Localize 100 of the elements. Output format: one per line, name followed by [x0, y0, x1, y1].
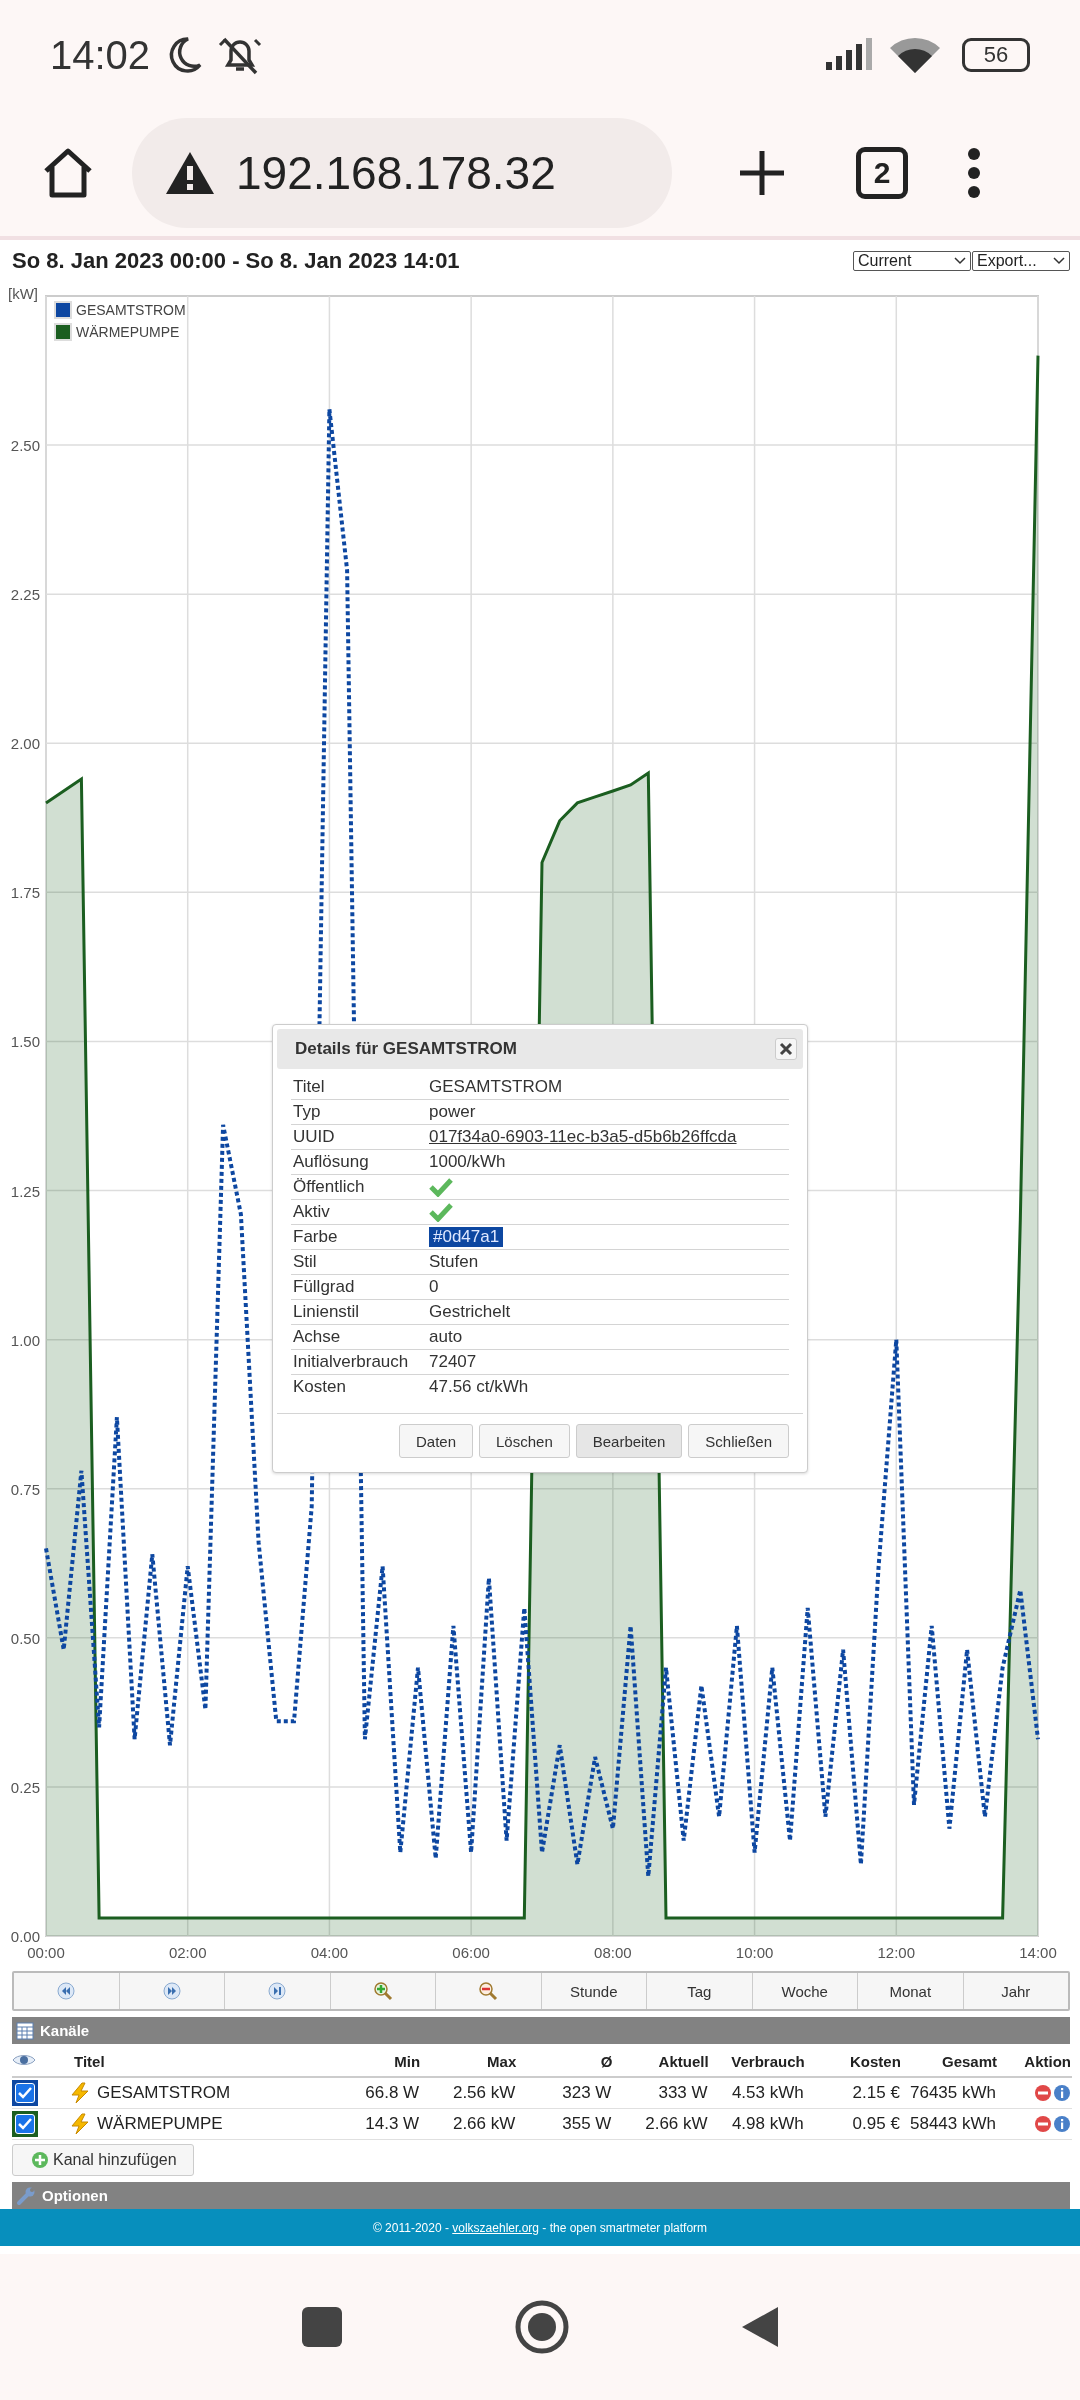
- table-cell: 333 W: [658, 2083, 708, 2102]
- table-cell: 66.8 W: [365, 2083, 420, 2102]
- dropdown[interactable]: Current: [853, 250, 971, 271]
- caret-icon: [954, 256, 966, 265]
- footer-text: © 2011-2020 - volkszaehler.org - the open smartmeter platform: [372, 2220, 708, 2235]
- x-tick-label: 04:00: [310, 1944, 349, 1961]
- add-channel-button[interactable]: Kanal hinzufügen: [12, 2144, 194, 2176]
- column-header: Verbrauch: [709, 2046, 806, 2077]
- field-value: Stufen: [429, 1252, 479, 1272]
- back-icon[interactable]: [740, 2305, 780, 2349]
- plus-circle-icon: [31, 2151, 49, 2169]
- field-label: Aktiv: [292, 1202, 331, 1222]
- dialog-button[interactable]: Bearbeiten: [575, 1424, 683, 1458]
- field-label: Auflösung: [292, 1152, 370, 1172]
- legend-label: WÄRMEPUMPE: [76, 324, 180, 340]
- field-label: Stil: [292, 1252, 318, 1272]
- dropdown[interactable]: Export...: [972, 250, 1070, 271]
- zoom-in-icon: [372, 1981, 393, 2001]
- uuid-link[interactable]: 017f34a0-6903-11ec-b3a5-d5b6b26ffcda: [429, 1127, 737, 1147]
- field-value: 47.56 ct/kWh: [429, 1377, 529, 1397]
- column-header: Titel: [54, 2046, 325, 2077]
- toolbar-button[interactable]: Tag: [647, 1973, 753, 2009]
- close-button[interactable]: [775, 1038, 797, 1060]
- toolbar-button[interactable]: Monat: [858, 1973, 964, 2009]
- square-icon[interactable]: [300, 2305, 344, 2349]
- x-tick-label: 12:00: [877, 1944, 916, 1961]
- delete-icon[interactable]: [1034, 2084, 1052, 2102]
- field-value: GESAMTSTROM: [429, 1077, 563, 1097]
- color-swatch: #0d47a1: [429, 1227, 504, 1247]
- y-tick-label: 2.00: [10, 735, 40, 753]
- y-tick-label: 0.50: [10, 1629, 40, 1647]
- info-icon[interactable]: [1053, 2084, 1071, 2102]
- plus-icon[interactable]: [738, 149, 786, 197]
- fast-forward-icon: [161, 1981, 182, 2001]
- field-label: Achse: [292, 1327, 342, 1347]
- field-value: auto: [429, 1327, 463, 1347]
- clock-time: 14:02: [50, 32, 151, 78]
- signal-icon: [824, 38, 874, 72]
- dialog-button[interactable]: Daten: [399, 1424, 473, 1458]
- field-value: Gestrichelt: [429, 1302, 511, 1322]
- field-label: Titel: [292, 1077, 326, 1097]
- section-header[interactable]: Kanäle: [12, 2017, 1070, 2044]
- toolbar-button[interactable]: Woche: [752, 1973, 858, 2009]
- toolbar-button[interactable]: [330, 1973, 436, 2009]
- table-cell: 14.3 W: [365, 2114, 420, 2133]
- toolbar-button[interactable]: Jahr: [963, 1973, 1068, 2009]
- y-tick-label: 1.25: [10, 1182, 40, 1200]
- field-label: UUID: [292, 1127, 336, 1147]
- dialog-title: Details für GESAMTSTROM: [295, 1039, 517, 1059]
- battery-level: 56: [983, 42, 1009, 68]
- tab-count-button[interactable]: 2: [856, 147, 908, 199]
- field-label: Öffentlich: [292, 1177, 366, 1197]
- date-range-title: So 8. Jan 2023 00:00 - So 8. Jan 2023 14:01: [12, 247, 460, 274]
- section-header[interactable]: Optionen: [12, 2182, 1070, 2209]
- lightning-icon: [69, 2113, 91, 2135]
- x-tick-label: 14:00: [1019, 1944, 1057, 1961]
- column-header: Aktuell: [613, 2046, 710, 2077]
- y-tick-label: 2.25: [10, 586, 40, 604]
- field-label: Kosten: [292, 1377, 347, 1397]
- table-icon: [16, 2021, 34, 2040]
- table-cell: 2.66 kW: [452, 2114, 516, 2133]
- delete-icon[interactable]: [1034, 2115, 1052, 2133]
- y-tick-label: 0.00: [10, 1928, 40, 1945]
- table-cell: GESAMTSTROM: [97, 2083, 231, 2103]
- info-icon[interactable]: [1053, 2115, 1071, 2133]
- table-cell: 0.95 €: [852, 2114, 900, 2133]
- y-tick-label: 0.25: [10, 1778, 40, 1796]
- y-tick-label: 1.50: [10, 1033, 40, 1051]
- y-tick-label: 2.50: [10, 437, 40, 455]
- dialog-button[interactable]: Löschen: [479, 1424, 570, 1458]
- field-value: 0: [429, 1277, 439, 1297]
- checkmark-icon: [17, 2117, 33, 2131]
- section-title: Optionen: [42, 2187, 108, 2204]
- wrench-icon: [16, 2185, 36, 2206]
- table-cell: 2.56 kW: [452, 2083, 516, 2102]
- home-circle-icon[interactable]: [514, 2299, 570, 2355]
- y-tick-label: 0.75: [10, 1480, 40, 1498]
- menu-icon[interactable]: [966, 148, 982, 198]
- zoom-out-icon: [478, 1981, 499, 2001]
- table-cell: 2.66 kW: [645, 2114, 708, 2133]
- column-header: Aktion: [998, 2046, 1072, 2077]
- lightning-icon: [69, 2082, 91, 2104]
- y-tick-label: 1.00: [10, 1331, 40, 1349]
- toolbar-button[interactable]: Stunde: [541, 1973, 647, 2009]
- footer-link[interactable]: volkszaehler.org: [452, 2220, 539, 2235]
- dialog-button[interactable]: Schließen: [688, 1424, 789, 1458]
- table-cell: 323 W: [562, 2083, 612, 2102]
- warning-icon: [164, 150, 216, 196]
- table-cell: 76435 kWh: [910, 2083, 996, 2102]
- x-tick-label: 00:00: [27, 1944, 65, 1961]
- field-label: Füllgrad: [292, 1277, 356, 1297]
- muted-bell-icon: [218, 35, 263, 75]
- close-icon: [779, 1042, 793, 1056]
- checkmark-icon: [17, 2086, 33, 2100]
- table-cell: 2.15 €: [852, 2083, 900, 2102]
- column-header: Ø: [517, 2046, 614, 2077]
- address-bar[interactable]: 192.168.178.32: [132, 118, 672, 228]
- field-label: Farbe: [292, 1227, 339, 1247]
- x-tick-label: 10:00: [735, 1944, 774, 1961]
- caret-icon: [1053, 256, 1065, 265]
